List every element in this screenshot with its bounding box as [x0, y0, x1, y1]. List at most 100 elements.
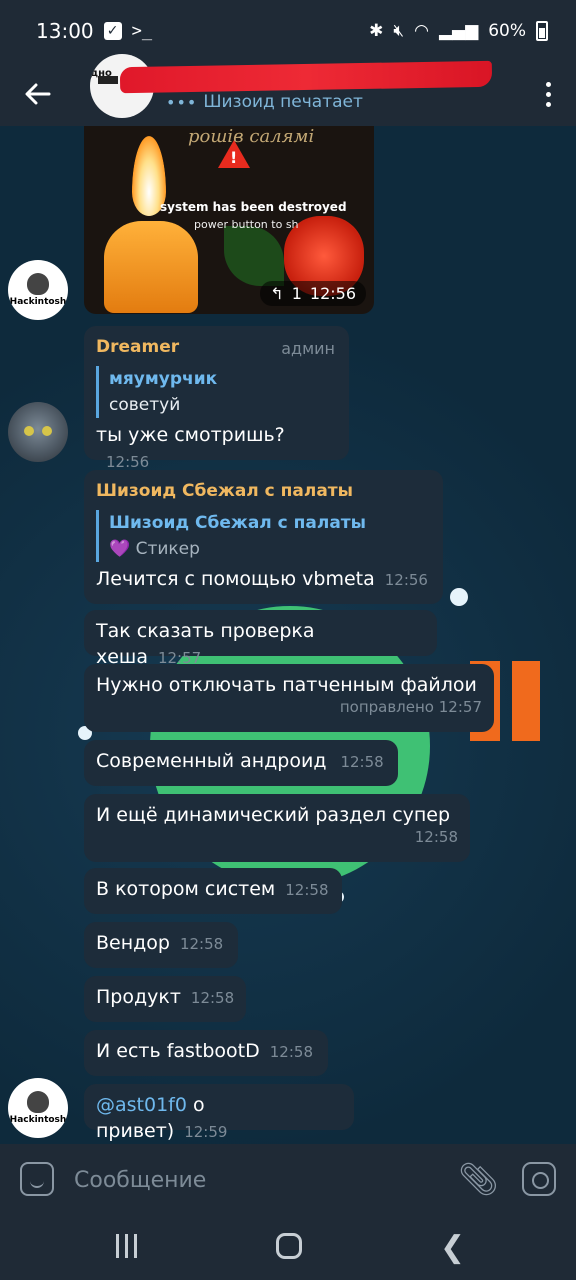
reply-quote[interactable]: мяумурчик советуй	[96, 366, 337, 418]
message-time: 12:57	[438, 698, 482, 716]
cat-eye	[42, 426, 52, 436]
arrow-left-icon	[25, 83, 51, 105]
wifi-icon: ◠	[414, 21, 429, 41]
message-text: И есть fastbootD	[96, 1040, 260, 1062]
message-meta: поправлено 12:57	[96, 698, 482, 716]
status-time: 13:00	[36, 19, 94, 43]
recent-apps-button[interactable]	[116, 1234, 137, 1258]
message-text: Современный андроид	[96, 750, 327, 772]
terminal-notification-icon: >_	[131, 21, 153, 41]
message-bubble[interactable]: @ast01f0 о привет) 12:59	[84, 1084, 354, 1142]
user-mention[interactable]: @ast01f0	[96, 1094, 187, 1116]
typing-dots-icon: •••	[166, 92, 198, 112]
chat-area[interactable]: ! рошів салямі system has been destroyed…	[0, 126, 576, 1144]
message-bubble[interactable]: Современный андроид 12:58	[84, 740, 398, 786]
avatar-label: Hackintosh	[9, 297, 67, 307]
message-bubble[interactable]: В котором систем 12:58	[84, 868, 342, 914]
message-bubble[interactable]: Нужно отключать патченным файлои поправл…	[84, 664, 494, 732]
message-bubble[interactable]: Шизоид Сбежал с палаты Шизоид Сбежал с п…	[84, 470, 443, 604]
message-time: 12:56	[309, 284, 356, 303]
attach-paperclip-icon[interactable]: 📎︎	[458, 1160, 499, 1198]
message-input-bar: 📎︎	[0, 1144, 576, 1214]
camera-button[interactable]	[522, 1162, 556, 1196]
message-bubble[interactable]: И есть fastbootD 12:58	[84, 1030, 328, 1076]
wallpaper-shape	[512, 661, 540, 741]
battery-level: 60%	[488, 21, 526, 41]
photo-leaf	[224, 226, 284, 286]
mute-icon: 🔇︎	[393, 21, 405, 41]
message-time: 12:59	[184, 1123, 228, 1141]
recents-icon	[116, 1234, 119, 1258]
recents-icon	[125, 1234, 128, 1258]
chat-title-redacted[interactable]	[119, 60, 500, 94]
home-button[interactable]	[276, 1233, 302, 1259]
message-time: 12:58	[179, 935, 224, 953]
dot-icon	[545, 81, 551, 87]
reply-arrow-icon: ↰	[270, 284, 284, 303]
chat-header: дно ••• Шизоид печатает	[0, 54, 576, 126]
message-time: 12:58	[340, 753, 384, 771]
message-bubble[interactable]: Так сказать проверка хеша 12:57	[84, 610, 437, 668]
reply-sticker-label: Стикер	[135, 539, 200, 559]
message-time: 12:56	[106, 453, 150, 471]
purple-heart-icon: 💜	[109, 539, 131, 559]
message-input[interactable]	[74, 1164, 434, 1196]
message-time: 12:56	[384, 571, 428, 589]
bluetooth-icon: ✱	[369, 21, 384, 41]
recents-icon	[134, 1234, 137, 1258]
reply-name: мяумурчик	[109, 369, 218, 389]
message-time: 12:58	[285, 881, 329, 899]
dot-icon	[545, 101, 551, 107]
reply-name: Шизоид Сбежал с палаты	[109, 513, 367, 533]
sender-name[interactable]: Шизоид Сбежал с палаты	[96, 478, 431, 504]
message-text: Вендор	[96, 932, 170, 954]
battery-icon	[536, 21, 548, 41]
reply-quote[interactable]: Шизоид Сбежал с палаты 💜 Стикер	[96, 510, 431, 562]
warning-mark: !	[230, 148, 238, 167]
reply-text: советуй	[109, 395, 181, 415]
message-bubble[interactable]: Dreamer админ мяумурчик советуй ты уже с…	[84, 326, 349, 471]
photo-caption: power button to sh	[194, 218, 299, 231]
dot-icon	[545, 91, 551, 97]
avatar-label: Hackintosh	[9, 1115, 67, 1125]
checkbox-notification-icon: ✓	[103, 22, 122, 40]
typing-status-text: Шизоид печатает	[203, 92, 363, 112]
redaction-mark	[119, 60, 493, 94]
nav-back-button[interactable]: ❮	[440, 1230, 465, 1265]
message-text: И ещё динамический раздел супер	[96, 804, 451, 826]
edited-label: поправлено	[339, 698, 434, 716]
reply-count: 1	[291, 284, 302, 303]
more-menu-button[interactable]	[538, 74, 558, 114]
signal-icon: ▂▄▆	[438, 21, 479, 41]
message-bubble[interactable]: И ещё динамический раздел супер 12:58	[84, 794, 470, 862]
group-avatar-text: дно	[90, 68, 112, 79]
message-text: Нужно отключать патченным файлои	[96, 674, 477, 696]
message-bubble[interactable]: Вендор 12:58	[84, 922, 238, 968]
message-text: ты уже смотришь?	[96, 424, 285, 446]
apple-icon	[27, 1091, 49, 1113]
photo-candle	[104, 221, 198, 313]
reply-text: 💜 Стикер	[109, 536, 431, 562]
sticker-emoji-button[interactable]	[20, 1162, 54, 1196]
message-text: В котором систем	[96, 878, 276, 900]
system-nav-bar: ❮	[0, 1214, 576, 1280]
photo-message[interactable]: ! рошів салямі system has been destroyed…	[84, 126, 374, 314]
message-text: Продукт	[96, 986, 181, 1008]
message-bubble[interactable]: Продукт 12:58	[84, 976, 246, 1022]
photo-caption: рошів салямі	[188, 126, 315, 147]
avatar-hackintosh[interactable]: Hackintosh	[8, 260, 68, 320]
message-time: 12:58	[190, 989, 235, 1007]
back-button[interactable]	[0, 62, 76, 126]
wallpaper-dot	[450, 588, 468, 606]
admin-badge: админ	[281, 339, 335, 358]
status-bar: 13:00 ✓ >_ ✱ 🔇︎ ◠ ▂▄▆ 60%	[0, 0, 576, 62]
avatar-cat[interactable]	[8, 402, 68, 462]
photo-meta[interactable]: ↰ 1 12:56	[260, 281, 366, 306]
typing-status: ••• Шизоид печатает	[166, 92, 363, 112]
message-text: Лечится с помощью vbmeta	[96, 568, 375, 590]
message-time: 12:58	[269, 1043, 313, 1061]
message-time: 12:58	[414, 828, 458, 846]
apple-icon	[27, 273, 49, 295]
avatar-hackintosh[interactable]: Hackintosh	[8, 1078, 68, 1138]
cat-eye	[24, 426, 34, 436]
